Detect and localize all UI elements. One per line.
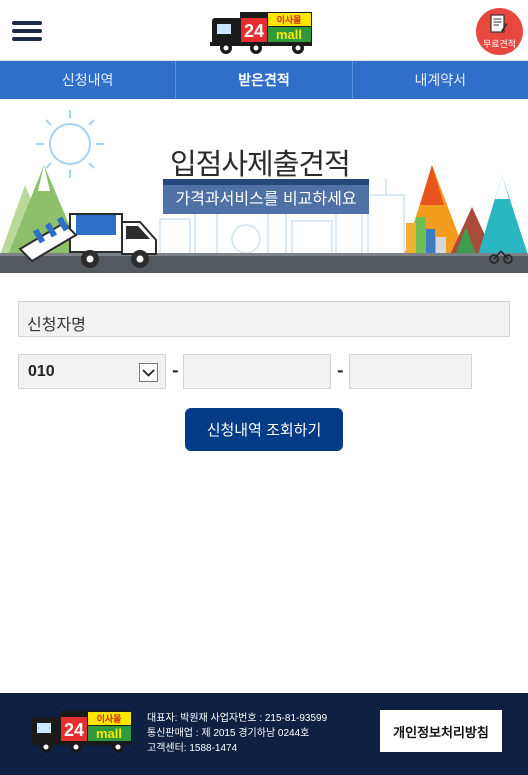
phone-dash-1: - [172,361,179,380]
footer-logo-brand: 이사몰 [97,713,122,725]
tab-my-contracts[interactable]: 내계약서 [353,61,528,99]
phone-dash-2: - [337,361,344,380]
company-info-line-1: 대표자: 박원재 사업자번호 : 215-81-93599 [147,713,328,724]
chevron-down-icon[interactable] [139,363,158,382]
company-info: 대표자: 박원재 사업자번호 : 215-81-93599 통신판매업 : 제 … [147,711,327,756]
logo[interactable]: 24 이사몰 mall [210,6,314,56]
lookup-requests-button[interactable]: 신청내역 조회하기 [185,408,343,451]
company-info-line-2: 통신판매업 : 제 2015 경기하남 0244호 [147,728,310,739]
privacy-policy-button[interactable]: 개인정보처리방침 [380,710,502,752]
footer-logo-number: 24 [64,720,84,740]
menu-icon[interactable] [12,20,42,42]
logo-number: 24 [244,21,264,41]
banner: 입점사제출견적 가격과서비스를 비교하세요 [0,99,528,273]
applicant-name-placeholder: 신청자명 [27,317,86,334]
applicant-name-field[interactable]: 신청자명 [18,301,510,337]
banner-title: 입점사제출견적 [170,147,351,181]
free-quote-button[interactable]: 무료견적 [476,8,523,55]
phone-middle-input[interactable] [183,354,331,389]
phone-last-input[interactable] [349,354,472,389]
document-icon [490,14,508,33]
free-quote-label: 무료견적 [482,39,517,49]
footer-logo-mall: mall [96,726,122,741]
sun-icon [36,110,104,178]
tab-bar: 신청내역 받은견적 내계약서 [0,61,528,99]
company-info-line-3: 고객센터: 1588-1474 [147,743,238,754]
phone-prefix-select[interactable]: 010 [18,354,166,389]
tab-received-quotes[interactable]: 받은견적 [176,61,353,99]
logo-mall: mall [276,27,302,42]
top-header: 24 이사몰 mall 무료견적 [0,0,528,61]
phone-prefix-value: 010 [28,363,55,380]
tab-requests[interactable]: 신청내역 [0,61,177,99]
banner-subtitle: 가격과서비스를 비교하세요 [163,179,369,214]
logo-brand: 이사몰 [277,14,302,26]
footer-logo: 24 이사몰 mall [30,711,132,753]
